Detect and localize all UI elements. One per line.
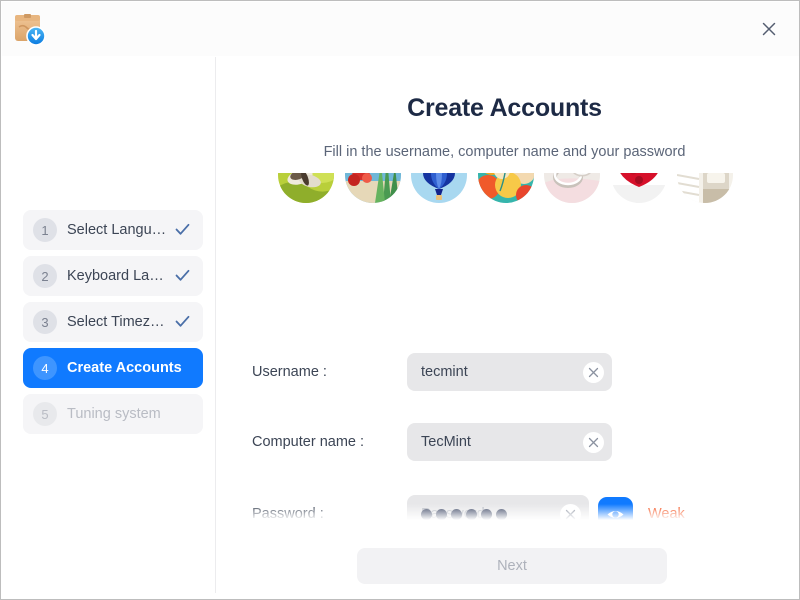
sidebar-item-keyboard-layout[interactable]: 2 Keyboard La… (23, 256, 203, 296)
username-input[interactable] (407, 353, 612, 391)
username-label: Username : (252, 364, 407, 380)
computer-name-input[interactable] (407, 423, 612, 461)
sidebar-item-tuning-system: 5 Tuning system (23, 394, 203, 434)
close-icon[interactable] (752, 12, 786, 46)
package-download-icon (10, 10, 48, 48)
form-scroll-area[interactable]: Username : Computer name : (216, 173, 793, 530)
avatar-hot-air-balloon[interactable] (411, 173, 467, 203)
computer-name-field-wrap (407, 423, 612, 461)
avatar-red-flowers[interactable] (345, 173, 401, 203)
check-icon (174, 313, 191, 330)
installer-window: 1 Select Langu… 2 Keyboard La… (0, 0, 800, 600)
computer-name-label: Computer name : (252, 434, 407, 450)
page-title: Create Accounts (216, 94, 793, 123)
avatar-picker (278, 173, 733, 203)
step-number: 5 (33, 402, 57, 426)
installer-body: 1 Select Langu… 2 Keyboard La… (9, 57, 793, 593)
avatar-balloons[interactable] (478, 173, 534, 203)
check-icon (174, 267, 191, 284)
footer-bar: Next (216, 530, 793, 593)
sidebar: 1 Select Langu… 2 Keyboard La… (9, 57, 215, 593)
step-label: Select Timez… (67, 314, 165, 330)
step-label: Tuning system (67, 406, 161, 422)
check-icon (174, 221, 191, 238)
step-list: 1 Select Langu… 2 Keyboard La… (23, 210, 203, 440)
next-button[interactable]: Next (357, 548, 667, 584)
sidebar-item-select-language[interactable]: 1 Select Langu… (23, 210, 203, 250)
avatar-butterfly[interactable] (278, 173, 334, 203)
sidebar-item-select-timezone[interactable]: 3 Select Timez… (23, 302, 203, 342)
password-strength-badge: Weak (648, 506, 685, 522)
content-pane: Create Accounts Fill in the username, co… (216, 57, 793, 593)
step-number: 3 (33, 310, 57, 334)
avatar-raspberry[interactable] (611, 173, 667, 203)
password-label: Password : (252, 506, 407, 522)
step-number: 4 (33, 356, 57, 380)
computer-name-row: Computer name : (252, 423, 772, 461)
step-label: Keyboard La… (67, 268, 164, 284)
step-label: Create Accounts (67, 360, 182, 376)
step-number: 1 (33, 218, 57, 242)
page-subtitle: Fill in the username, computer name and … (216, 144, 793, 160)
clear-icon[interactable] (583, 362, 604, 383)
eye-icon[interactable] (598, 497, 633, 531)
avatar-rings[interactable] (544, 173, 600, 203)
title-bar (2, 2, 800, 56)
sidebar-item-create-accounts[interactable]: 4 Create Accounts (23, 348, 203, 388)
password-field-wrap (407, 495, 589, 530)
step-label: Select Langu… (67, 222, 166, 238)
password-row: Password : (252, 495, 772, 530)
avatar-interior[interactable] (677, 173, 733, 203)
step-number: 2 (33, 264, 57, 288)
clear-icon[interactable] (583, 432, 604, 453)
username-field-wrap (407, 353, 612, 391)
clear-icon[interactable] (560, 504, 581, 525)
username-row: Username : (252, 353, 772, 391)
